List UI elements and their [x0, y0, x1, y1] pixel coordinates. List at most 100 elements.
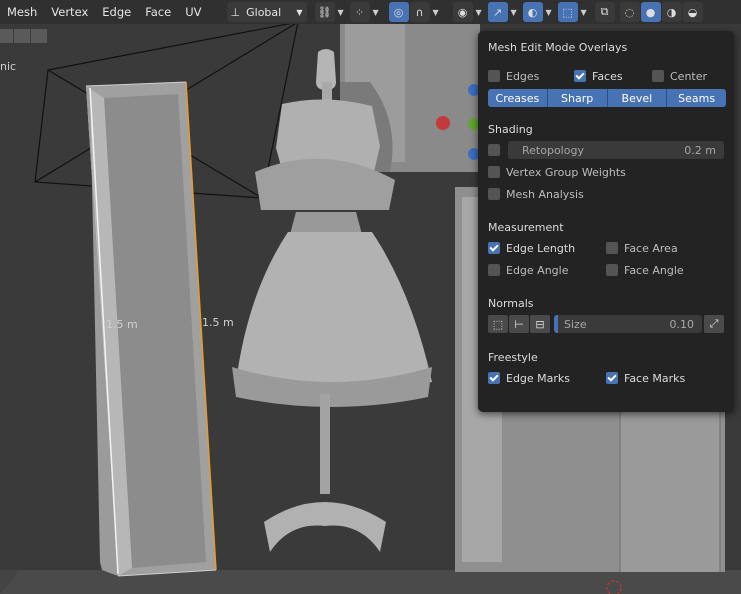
view-mode-label: nic	[0, 60, 17, 73]
normals-heading: Normals	[488, 297, 534, 310]
overlays-icon: ◐	[527, 5, 538, 19]
constant-screen-size-icon[interactable]: ⤢	[704, 315, 724, 333]
face-marks-label: Face Marks	[624, 371, 686, 385]
wireframe-sphere-icon: ◌	[624, 5, 635, 19]
mesh-edit-overlays-panel: Mesh Edit Mode Overlays Edges Faces Cent…	[478, 31, 734, 412]
split-normal-icon[interactable]: ⊢	[509, 315, 529, 333]
menu-mesh[interactable]: Mesh	[0, 0, 44, 24]
menu-uv[interactable]: UV	[178, 0, 208, 24]
creases-toggle[interactable]: Creases	[488, 89, 548, 107]
chevron-down-icon[interactable]: ▼	[431, 8, 441, 17]
edges-checkbox[interactable]: Edges	[488, 70, 574, 83]
face-normal-icon[interactable]: ⊟	[530, 315, 550, 333]
xray-button[interactable]: ⧉	[594, 2, 615, 22]
chevron-down-icon[interactable]: ▼	[371, 8, 381, 17]
mesh-analysis-checkbox[interactable]: Mesh Analysis	[488, 183, 724, 205]
face-marks-checkbox[interactable]: Face Marks	[606, 367, 724, 389]
checkbox-box	[488, 166, 500, 178]
normals-row: ⬚ ⊢ ⊟ Size 0.10 ⤢	[488, 313, 724, 335]
retopology-checkbox[interactable]	[488, 144, 500, 156]
link-icon: ⛓	[317, 5, 332, 19]
gizmo-x	[436, 116, 450, 130]
checkbox-box	[488, 372, 500, 384]
checkbox-box	[652, 70, 664, 82]
vertex-group-weights-label: Vertex Group Weights	[506, 165, 626, 179]
target-icon: ◎	[393, 5, 404, 19]
face-angle-checkbox[interactable]: Face Angle	[606, 259, 724, 281]
freestyle-heading: Freestyle	[488, 351, 538, 364]
vertex-group-weights-checkbox[interactable]: Vertex Group Weights	[488, 161, 724, 183]
edges-label: Edges	[506, 69, 540, 83]
faces-label: Faces	[592, 69, 623, 83]
menu-vertex[interactable]: Vertex	[44, 0, 95, 24]
chevron-down-icon[interactable]: ▼	[509, 8, 519, 17]
bevel-toggle[interactable]: Bevel	[607, 89, 668, 107]
edge-length-label-right: 1.5 m	[202, 316, 234, 329]
edge-marks-segmented: Creases Sharp Bevel Seams	[488, 89, 726, 107]
sharp-toggle[interactable]: Sharp	[547, 89, 608, 107]
select-mode-icon[interactable]	[0, 29, 13, 43]
eye-icon: ◉	[457, 5, 468, 19]
solid-sphere-icon: ●	[645, 5, 656, 19]
face-area-checkbox[interactable]: Face Area	[606, 237, 724, 259]
select-extend-icon[interactable]	[14, 29, 30, 43]
edge-marks-checkbox[interactable]: Edge Marks	[488, 367, 606, 389]
edge-length-label-left: 1.5 m	[106, 318, 138, 331]
shading-heading: Shading	[488, 123, 533, 136]
vertex-normal-icon[interactable]: ⬚	[488, 315, 508, 333]
seams-toggle[interactable]: Seams	[667, 89, 726, 107]
viewport-header: Mesh Vertex Edge Face UV ⊥ Global ▼ ⛓ ▼ …	[0, 0, 741, 24]
checkbox-box	[606, 372, 618, 384]
normals-size-field[interactable]: Size 0.10	[554, 315, 702, 333]
overlays-button[interactable]: ◐	[522, 2, 543, 22]
select-mode-buttons	[0, 29, 47, 43]
proportional-edit-button[interactable]: ◎	[388, 2, 409, 22]
measurement-heading: Measurement	[488, 221, 564, 234]
grid-icon: ⁘	[354, 5, 365, 19]
retopology-label: Retopology	[522, 143, 584, 157]
gizmo-icon: ↗	[492, 5, 503, 19]
size-label: Size	[564, 317, 587, 331]
chevron-down-icon[interactable]: ▼	[336, 8, 346, 17]
rendered-shading-button[interactable]: ◒	[682, 2, 703, 22]
chevron-down-icon[interactable]: ▼	[474, 8, 484, 17]
mesh-edit-overlays-button[interactable]: ⬚	[557, 2, 578, 22]
faces-checkbox[interactable]: Faces	[574, 70, 652, 83]
snap-target-button[interactable]: ⁘	[349, 2, 370, 22]
overlay-toggle-row: Edges Faces Center	[488, 65, 724, 87]
edge-length-label: Edge Length	[506, 241, 576, 255]
size-value: 0.10	[669, 317, 695, 331]
mesh-select-icon: ⬚	[562, 5, 573, 19]
face-area-label: Face Area	[624, 241, 678, 255]
menu-face[interactable]: Face	[138, 0, 178, 24]
mesh-analysis-label: Mesh Analysis	[506, 187, 584, 201]
visibility-button[interactable]: ◉	[452, 2, 473, 22]
checkbox-box	[488, 188, 500, 200]
chevron-down-icon[interactable]: ▼	[579, 8, 589, 17]
chevron-down-icon: ▼	[296, 7, 303, 17]
checkbox-box	[488, 242, 500, 254]
normals-display-buttons: ⬚ ⊢ ⊟	[488, 315, 551, 333]
edge-angle-checkbox[interactable]: Edge Angle	[488, 259, 606, 281]
retopology-field[interactable]: Retopology 0.2 m	[508, 141, 724, 159]
wireframe-shading-button[interactable]: ◌	[619, 2, 640, 22]
transform-orientation-dropdown[interactable]: ⊥ Global ▼	[226, 2, 307, 22]
retopology-value: 0.2 m	[684, 143, 716, 157]
center-checkbox[interactable]: Center	[652, 70, 707, 83]
face-angle-label: Face Angle	[624, 263, 684, 277]
gizmo-button[interactable]: ↗	[487, 2, 508, 22]
chevron-down-icon[interactable]: ▼	[544, 8, 554, 17]
checkbox-box	[574, 70, 586, 82]
floor	[0, 570, 741, 594]
edge-angle-label: Edge Angle	[506, 263, 569, 277]
menu-edge[interactable]: Edge	[95, 0, 138, 24]
solid-shading-button[interactable]: ●	[640, 2, 661, 22]
select-subtract-icon[interactable]	[31, 29, 47, 43]
checkbox-box	[488, 264, 500, 276]
material-shading-button[interactable]: ◑	[661, 2, 682, 22]
edge-length-checkbox[interactable]: Edge Length	[488, 237, 606, 259]
checkbox-box	[606, 264, 618, 276]
retopology-row: Retopology 0.2 m	[488, 139, 724, 161]
pivot-point-button[interactable]: ⛓	[314, 2, 335, 22]
falloff-button[interactable]: ∩	[409, 2, 430, 22]
